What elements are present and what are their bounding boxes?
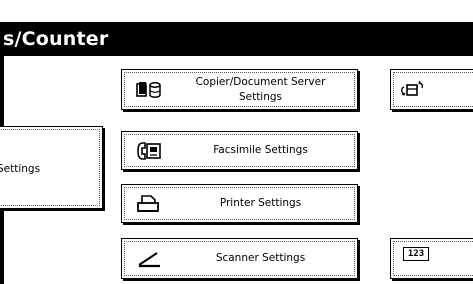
printer-settings-button[interactable]: Printer Settings <box>121 184 358 223</box>
facsimile-icon <box>136 141 162 161</box>
top-bar <box>0 0 473 23</box>
page-title: s/Counter <box>3 28 109 50</box>
counter-button[interactable]: 123 <box>390 238 473 279</box>
transfer-icon <box>400 79 426 103</box>
counter-icon: 123 <box>403 247 429 261</box>
printer-icon <box>136 194 162 214</box>
scanner-settings-button[interactable]: Scanner Settings <box>121 238 358 279</box>
transfer-button[interactable] <box>390 69 473 110</box>
settings-button[interactable]: Settings <box>0 126 103 209</box>
copier-label-line1: Copier/Document Server <box>195 75 326 88</box>
facsimile-label: Facsimile Settings <box>213 144 308 156</box>
title-bar: s/Counter <box>0 23 473 56</box>
copier-document-server-icon <box>136 80 162 100</box>
facsimile-settings-button[interactable]: Facsimile Settings <box>121 131 358 170</box>
scanner-label: Scanner Settings <box>215 252 306 264</box>
copier-document-server-settings-button[interactable]: Copier/Document Server Settings <box>121 69 358 110</box>
scanner-icon <box>136 249 162 269</box>
settings-label: Settings <box>0 163 41 175</box>
printer-label: Printer Settings <box>219 197 302 209</box>
copier-label-line2: Settings <box>238 90 283 103</box>
